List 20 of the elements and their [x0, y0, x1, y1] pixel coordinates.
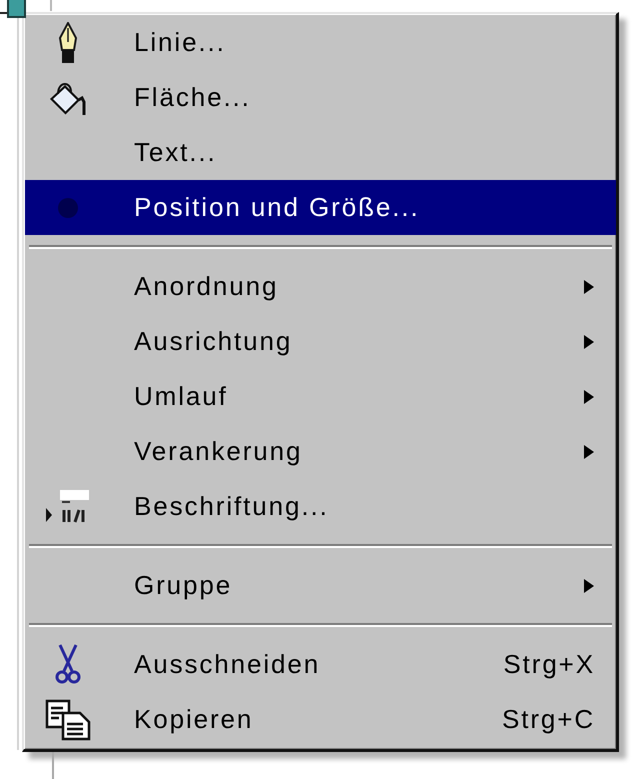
menu-item[interactable]: Text...	[25, 125, 616, 180]
selection-handle-icon[interactable]	[0, 0, 26, 18]
menu-item[interactable]: Anordnung	[25, 259, 616, 314]
circle-icon	[58, 198, 78, 218]
shortcut-text: Strg+X	[503, 649, 595, 680]
menu-item[interactable]: Ausschneiden Strg+X	[25, 637, 616, 692]
pen-icon	[56, 22, 78, 64]
menu-item[interactable]: Beschriftung...	[25, 479, 616, 534]
menu-item[interactable]: Kopieren Strg+C	[25, 692, 616, 747]
menu-item[interactable]: Fläche...	[25, 70, 616, 125]
menu-item[interactable]: Linie...	[25, 15, 616, 70]
menu-item[interactable]: Umlauf	[25, 369, 616, 424]
menu-item[interactable]: Position und Größe...	[25, 180, 616, 235]
menu-item[interactable]: Ausrichtung	[25, 314, 616, 369]
copy-icon	[44, 698, 90, 740]
shortcut-text: Strg+C	[502, 704, 595, 735]
menu-item[interactable]: Gruppe	[25, 558, 616, 613]
menu-item[interactable]: Verankerung	[25, 424, 616, 479]
scissors-icon	[54, 644, 80, 686]
caption-frame-icon	[46, 490, 89, 524]
